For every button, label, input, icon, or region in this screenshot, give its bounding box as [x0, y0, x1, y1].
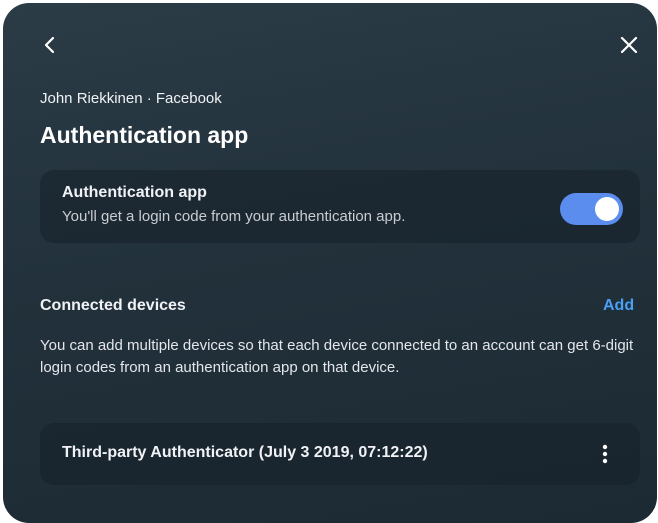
- device-list-item: Third-party Authenticator (July 3 2019, …: [40, 423, 640, 485]
- more-vertical-icon: [602, 444, 608, 464]
- toggle-knob: [595, 197, 619, 221]
- device-name: Third-party Authenticator (July 3 2019, …: [62, 444, 428, 461]
- setting-title: Authentication app: [62, 184, 207, 201]
- chevron-left-icon: [44, 36, 55, 54]
- page-title: Authentication app: [40, 122, 249, 148]
- setting-description: You'll get a login code from your authen…: [62, 208, 406, 225]
- close-icon: [620, 36, 638, 54]
- device-more-button[interactable]: [595, 439, 615, 469]
- connected-devices-heading: Connected devices: [40, 297, 186, 314]
- account-line: John Riekkinen · Facebook: [40, 90, 222, 107]
- authentication-app-toggle[interactable]: [560, 193, 623, 225]
- connected-devices-description: You can add multiple devices so that eac…: [40, 337, 634, 376]
- add-device-link[interactable]: Add: [603, 297, 634, 315]
- close-button[interactable]: [614, 30, 644, 60]
- authentication-app-setting: Authentication app You'll get a login co…: [40, 170, 640, 243]
- authentication-app-dialog: John Riekkinen · Facebook Authentication…: [3, 3, 657, 523]
- back-button[interactable]: [35, 30, 65, 60]
